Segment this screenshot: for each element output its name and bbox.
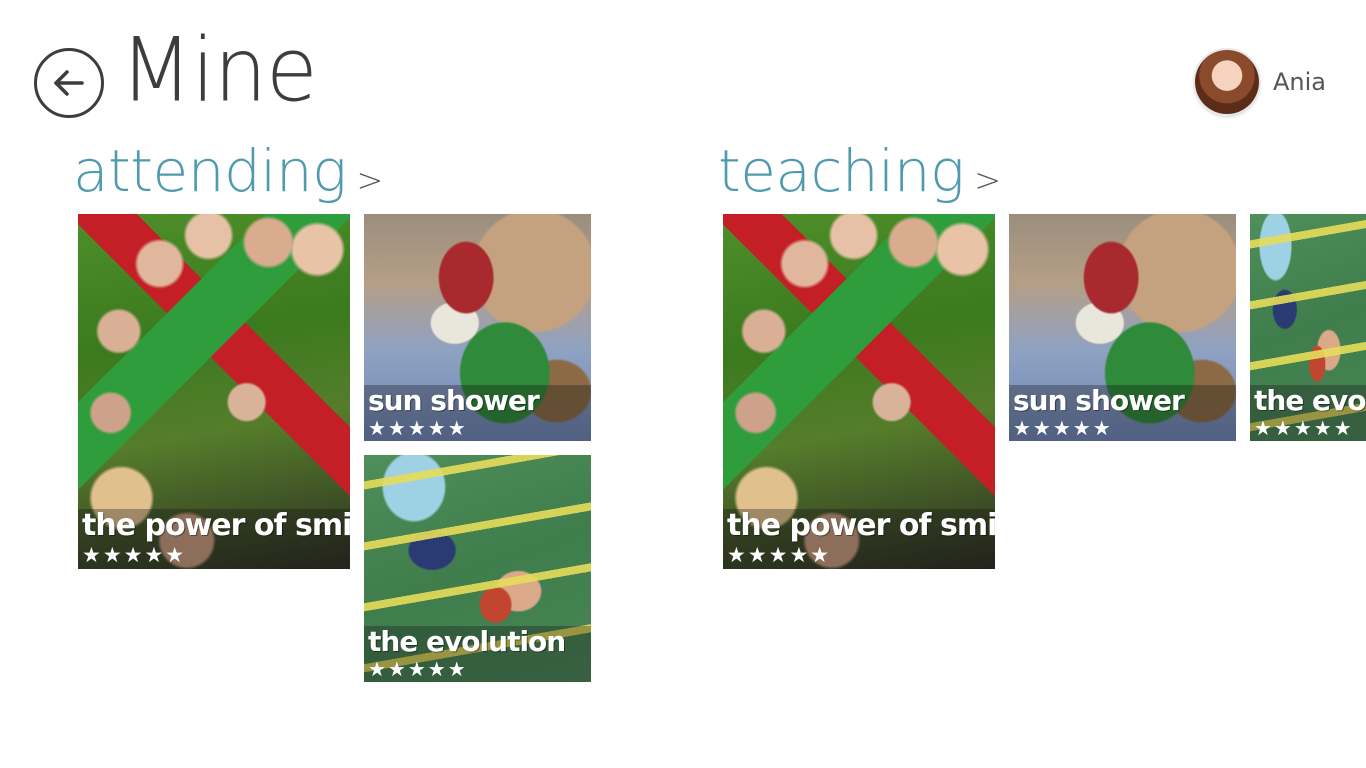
section-title: teaching — [718, 137, 965, 205]
rating-stars: ★★★★★ — [1013, 416, 1113, 440]
tile-caption: the power of smile ★★★★★ — [723, 509, 995, 569]
course-tile[interactable]: the evol ★★★★★ — [1250, 214, 1366, 441]
tile-caption: sun shower ★★★★★ — [1009, 385, 1236, 441]
page: Mine Ania attending > the power of smile… — [0, 0, 1366, 768]
chevron-right-icon: > — [356, 161, 384, 199]
course-tile[interactable]: the evolution ★★★★★ — [364, 455, 591, 682]
user-profile[interactable]: Ania — [1194, 50, 1326, 114]
tile-caption: the evol ★★★★★ — [1250, 385, 1366, 441]
tile-title: sun shower — [368, 384, 540, 417]
tile-title: the power of smile — [727, 508, 995, 543]
tile-caption: the power of smile ★★★★★ — [78, 509, 350, 569]
course-tile[interactable]: sun shower ★★★★★ — [364, 214, 591, 441]
section-title: attending — [73, 137, 347, 205]
course-tile[interactable]: sun shower ★★★★★ — [1009, 214, 1236, 441]
tile-title: the evolution — [368, 625, 566, 658]
rating-stars: ★★★★★ — [82, 543, 187, 567]
rating-stars: ★★★★★ — [727, 543, 832, 567]
page-title: Mine — [120, 18, 318, 122]
chevron-right-icon: > — [974, 161, 1002, 199]
avatar[interactable] — [1194, 50, 1259, 114]
course-tile[interactable]: the power of smile ★★★★★ — [78, 214, 350, 569]
rating-stars: ★★★★★ — [1254, 416, 1354, 440]
tile-caption: sun shower ★★★★★ — [364, 385, 591, 441]
tile-caption: the evolution ★★★★★ — [364, 626, 591, 682]
section-header-teaching[interactable]: teaching > — [718, 136, 1001, 206]
back-arrow-icon — [54, 70, 84, 96]
course-tile[interactable]: the power of smile ★★★★★ — [723, 214, 995, 569]
rating-stars: ★★★★★ — [368, 657, 468, 681]
tile-title: the evol — [1254, 384, 1366, 417]
back-button[interactable] — [34, 48, 104, 118]
tile-title: the power of smile — [82, 508, 350, 543]
user-name: Ania — [1272, 68, 1326, 96]
tile-title: sun shower — [1013, 384, 1185, 417]
section-header-attending[interactable]: attending > — [73, 136, 383, 206]
rating-stars: ★★★★★ — [368, 416, 468, 440]
